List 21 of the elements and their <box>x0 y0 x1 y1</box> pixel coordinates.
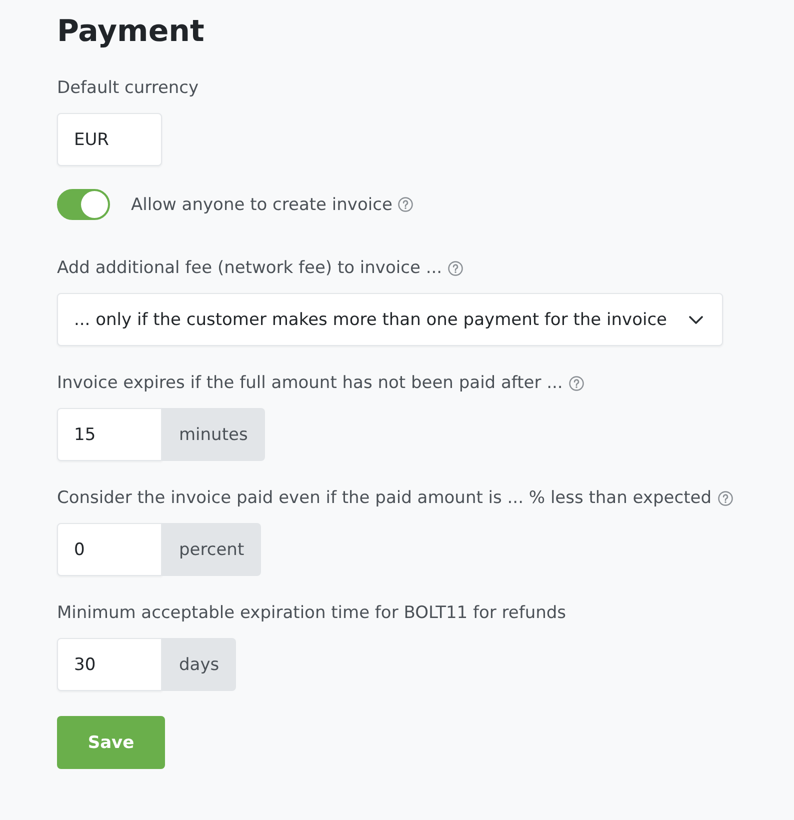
field-label: Invoice expires if the full amount has not been paid after ... <box>57 372 563 395</box>
field-label: Add additional fee (network fee) to invoice ... <box>57 257 442 280</box>
help-icon[interactable] <box>448 260 464 276</box>
dropdown-field[interactable]: ... only if the customer makes more than one payment for the invoice <box>57 293 723 346</box>
field-label: Consider the invoice paid even if the paid amount is ... % less than expected <box>57 487 712 510</box>
help-icon[interactable] <box>718 490 733 506</box>
number-field[interactable]: 30 <box>57 638 162 691</box>
field-label: Default currency <box>57 77 199 100</box>
text-field[interactable]: EUR <box>57 113 162 166</box>
help-icon[interactable] <box>398 197 414 212</box>
unit-label: days <box>162 638 236 691</box>
unit-label: percent <box>162 523 262 576</box>
help-icon[interactable] <box>568 376 584 390</box>
field-label: Allow anyone to create invoice <box>131 194 392 216</box>
toggle-switch[interactable] <box>57 189 110 220</box>
number-field[interactable]: 15 <box>57 408 162 461</box>
chevron-down-icon <box>689 316 703 324</box>
page-title: Payment <box>57 13 204 51</box>
unit-label: minutes <box>162 408 265 461</box>
number-field[interactable]: 0 <box>57 523 162 576</box>
field-label: Minimum acceptable expiration time for BOLT11 for refunds <box>57 602 566 625</box>
